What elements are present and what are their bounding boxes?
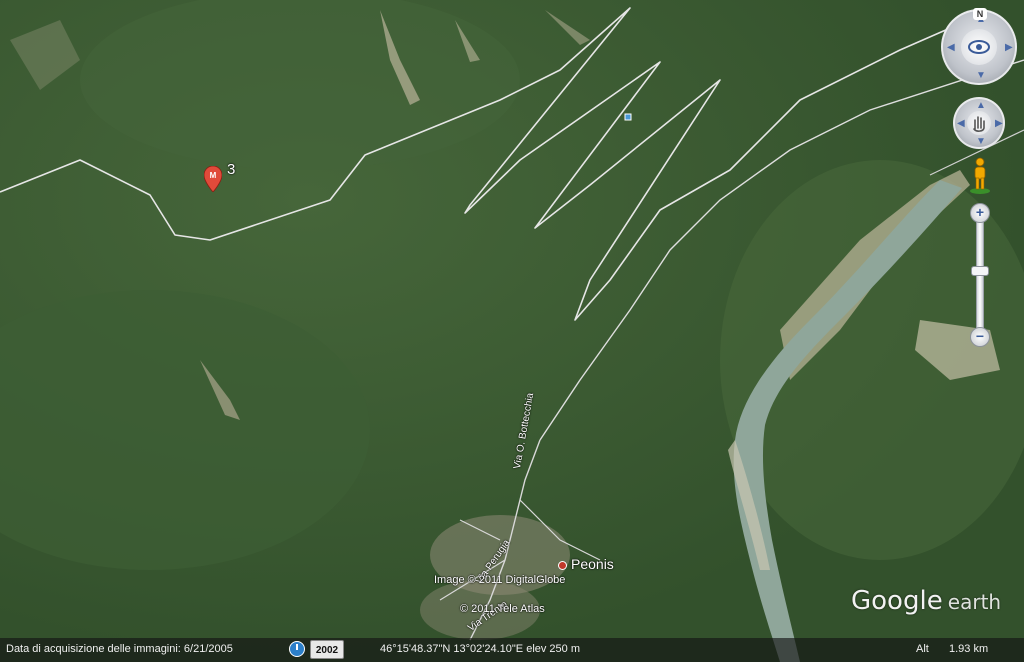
- logo-brand: Google: [851, 586, 943, 616]
- zoom-thumb[interactable]: [971, 266, 989, 276]
- town-marker-icon[interactable]: [558, 561, 567, 570]
- eye-altitude-label: Alt: [916, 643, 929, 655]
- zoom-slider[interactable]: + −: [969, 203, 991, 348]
- pegman-icon[interactable]: [969, 157, 991, 195]
- terrain-imagery: [0, 0, 1024, 662]
- imagery-date: Data di acquisizione delle immagini: 6/2…: [6, 643, 233, 655]
- north-indicator[interactable]: N: [973, 8, 987, 20]
- move-up-arrow-icon[interactable]: ▲: [976, 101, 986, 111]
- move-control[interactable]: ▲ ▼ ◀ ▶: [953, 97, 1005, 149]
- logo-product: earth: [947, 590, 1002, 614]
- imagery-credit: Image © 2011 DigitalGlobe: [434, 574, 566, 586]
- move-left-arrow-icon[interactable]: ◀: [957, 119, 965, 129]
- cursor-coordinates: 46°15'48.37"N 13°02'24.10"E elev 250 m: [380, 643, 581, 655]
- look-right-arrow-icon[interactable]: ▶: [1005, 43, 1013, 53]
- eye-icon[interactable]: [961, 29, 997, 65]
- move-right-arrow-icon[interactable]: ▶: [995, 119, 1003, 129]
- look-around-control[interactable]: ▲ ▼ ◀ ▶: [941, 9, 1017, 85]
- pin-glyph: M: [210, 171, 217, 180]
- google-earth-logo: Google earth: [851, 586, 1001, 616]
- map-pin-icon[interactable]: M: [204, 166, 222, 192]
- historical-year-button[interactable]: 2002: [310, 640, 344, 659]
- satellite-map[interactable]: M 3 Peonis Via O. Bottecchia Via Perugia…: [0, 0, 1024, 662]
- status-bar: Data di acquisizione delle immagini: 6/2…: [0, 638, 1024, 662]
- eye-altitude-value: 1.93 km: [949, 643, 989, 655]
- zoom-out-button[interactable]: −: [970, 327, 990, 347]
- zoom-in-button[interactable]: +: [970, 203, 990, 223]
- placemark-label[interactable]: 3: [227, 161, 235, 178]
- zoom-track[interactable]: [976, 217, 984, 335]
- town-label[interactable]: Peonis: [571, 556, 614, 572]
- move-down-arrow-icon[interactable]: ▼: [976, 137, 986, 147]
- hand-icon[interactable]: [967, 111, 991, 135]
- look-down-arrow-icon[interactable]: ▼: [976, 71, 986, 81]
- look-left-arrow-icon[interactable]: ◀: [947, 43, 955, 53]
- historical-imagery-clock-icon[interactable]: [289, 641, 305, 657]
- data-credit: © 2011 Tele Atlas: [460, 603, 545, 615]
